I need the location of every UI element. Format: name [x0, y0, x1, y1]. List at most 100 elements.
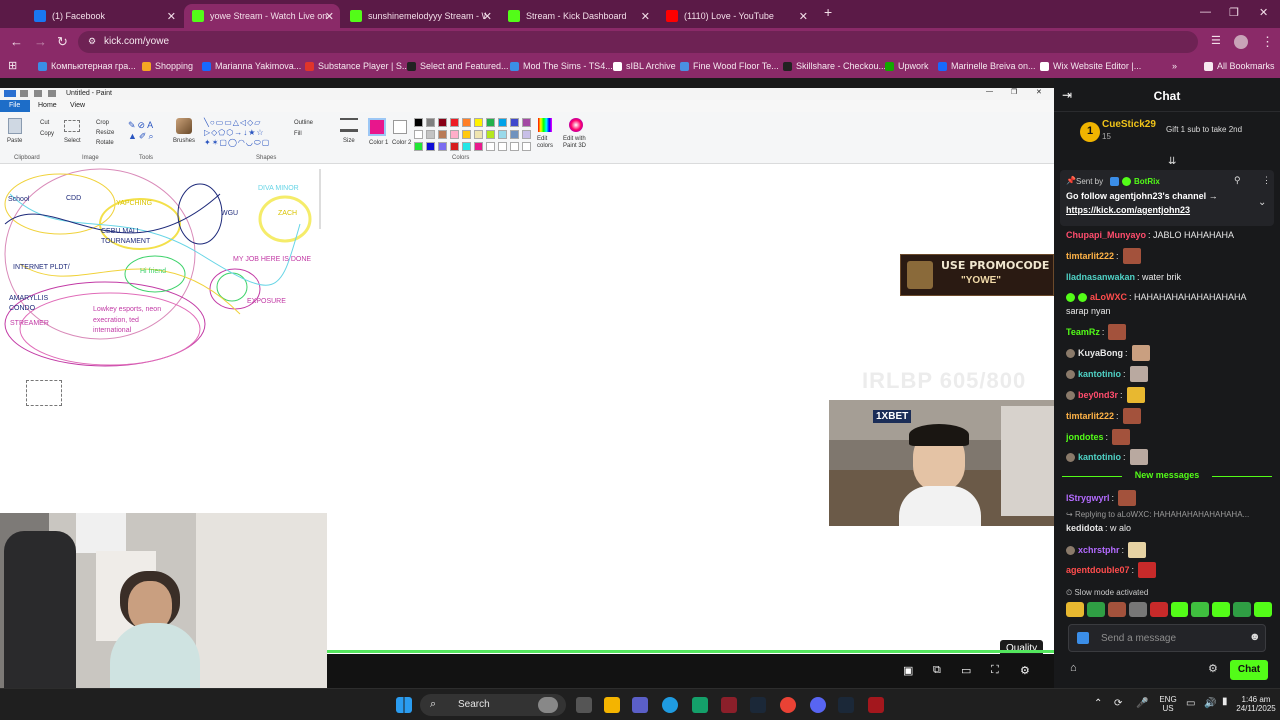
network-icon[interactable]: ▭: [1186, 698, 1195, 709]
microphone-icon[interactable]: 🎤: [1136, 698, 1148, 709]
video-progress-bar[interactable]: [327, 650, 1054, 653]
bookmark-item[interactable]: Shopping: [142, 61, 193, 71]
quick-emote[interactable]: [1233, 602, 1252, 617]
all-bookmarks[interactable]: All Bookmarks: [1204, 61, 1275, 71]
bookmark-item[interactable]: Upwork: [885, 61, 929, 71]
tab-facebook[interactable]: (1) Facebook ✕: [26, 4, 182, 28]
tab-youtube[interactable]: (1110) Love - YouTube ✕: [658, 4, 814, 28]
app-icon[interactable]: [721, 697, 737, 713]
taskbar-search[interactable]: ⌕ Search: [420, 694, 566, 716]
bookmark-item[interactable]: Marianna Yakimova...: [202, 61, 301, 71]
clock[interactable]: 1:46 am 24/11/2025: [1236, 695, 1276, 713]
quick-emote[interactable]: [1128, 602, 1147, 617]
chat-rules-icon[interactable]: ⌂: [1070, 662, 1077, 674]
quick-emote[interactable]: [1212, 602, 1231, 617]
bookmark-item[interactable]: Компьютерная гра...: [38, 61, 136, 71]
steam-icon[interactable]: [750, 697, 766, 713]
tray-app-icon[interactable]: ⟳: [1114, 698, 1122, 709]
reload-icon[interactable]: ↻: [57, 34, 68, 50]
forward-icon[interactable]: →: [34, 34, 47, 49]
emoji-icon[interactable]: ☻: [1249, 631, 1261, 643]
chat-message: timtarlit222:: [1066, 408, 1272, 424]
teams-icon[interactable]: [632, 697, 648, 713]
bookmark-item[interactable]: Select and Featured...: [407, 61, 509, 71]
bot-command-icon[interactable]: [1077, 632, 1089, 644]
back-icon[interactable]: ←: [10, 34, 23, 49]
tab-search-icon[interactable]: ☰: [1211, 34, 1221, 47]
quick-emote[interactable]: [1107, 602, 1126, 617]
quick-emote[interactable]: [1149, 602, 1168, 617]
stream-video[interactable]: Untitled - Paint — ❐ ✕ File Home View Pa…: [0, 88, 1054, 688]
volume-icon[interactable]: 🔊: [1204, 698, 1216, 709]
taskbar: ⌕ Search ⌃ ⟳ 🎤 ENG US ▭ 🔊 ▮ 1:46 am 24/11/…: [0, 688, 1280, 720]
canvas-label: MY JOB HERE IS DONE: [233, 256, 312, 263]
paint-menu-bar: File Home View: [0, 100, 1054, 112]
bookmarks-overflow-icon[interactable]: »: [1172, 61, 1177, 71]
canvas-label: CDD: [66, 195, 82, 202]
site-info-icon[interactable]: ⚙: [88, 36, 96, 47]
app-icon[interactable]: [692, 697, 708, 713]
clip-icon[interactable]: ⧉: [933, 664, 941, 677]
close-tab-icon[interactable]: ✕: [483, 10, 492, 23]
quick-emote[interactable]: [1170, 602, 1189, 617]
app-icon[interactable]: [868, 697, 884, 713]
canvas-label: international: [93, 327, 132, 334]
close-tab-icon[interactable]: ✕: [799, 10, 808, 23]
language-indicator[interactable]: ENG US: [1156, 695, 1180, 713]
quick-emote[interactable]: [1066, 602, 1084, 617]
profile-avatar[interactable]: [1234, 35, 1248, 49]
quick-emote[interactable]: [1254, 602, 1273, 617]
rotate-label: Rotate: [96, 140, 114, 146]
pip-icon[interactable]: ▭: [961, 664, 971, 677]
close-tab-icon[interactable]: ✕: [167, 10, 176, 23]
edge-icon[interactable]: [662, 697, 678, 713]
address-bar[interactable]: ⚙ kick.com/yowe: [78, 31, 1198, 53]
tray-overflow-icon[interactable]: ⌃: [1094, 698, 1102, 709]
close-window-icon[interactable]: ✕: [1259, 6, 1268, 19]
menu-icon[interactable]: ⋮: [1261, 34, 1274, 50]
pinned-menu-icon[interactable]: ⋮: [1262, 175, 1271, 186]
pinned-link[interactable]: https://kick.com/agentjohn23: [1066, 205, 1190, 215]
pinned-message[interactable]: 📌 Sent by BotRix ⚲ ⋮ Go follow agentjohn…: [1060, 170, 1274, 226]
bookmark-item[interactable]: Fine Wood Floor Te...: [680, 61, 779, 71]
bookmark-item[interactable]: Mod The Sims - TS4...: [510, 61, 613, 71]
quick-emote[interactable]: [1191, 602, 1210, 617]
tab-yowe-stream[interactable]: yowe Stream - Watch Live on K ✕: [184, 4, 340, 28]
bookmark-item[interactable]: sIBL Archive: [613, 61, 676, 71]
task-view-icon[interactable]: [576, 697, 592, 713]
fullscreen-icon[interactable]: ⛶: [991, 664, 999, 677]
quick-emote[interactable]: [1086, 602, 1105, 617]
new-tab-icon[interactable]: +: [824, 4, 832, 20]
tab-kick-dashboard[interactable]: Stream - Kick Dashboard ✕: [500, 4, 656, 28]
minimize-icon[interactable]: —: [1200, 6, 1211, 18]
canvas-label: Hi friend: [140, 268, 167, 275]
steam-icon[interactable]: [838, 697, 854, 713]
bookmark-item[interactable]: Skillshare - Checkou...: [783, 61, 886, 71]
send-chat-button[interactable]: Chat: [1230, 660, 1268, 680]
tools-group-label: Tools: [139, 155, 154, 161]
restore-icon[interactable]: ❐: [1229, 6, 1239, 19]
theater-mode-icon[interactable]: ▣: [903, 664, 913, 677]
chat-settings-icon[interactable]: ⚙: [1208, 662, 1218, 675]
close-tab-icon[interactable]: ✕: [325, 10, 334, 23]
bookmark-item[interactable]: Marinelle Breiva on...: [938, 61, 1036, 71]
tab-sunshine-stream[interactable]: sunshinemelodyyy Stream - W ✕: [342, 4, 498, 28]
unpin-icon[interactable]: ⚲: [1234, 175, 1241, 186]
start-icon[interactable]: [396, 697, 412, 713]
apps-icon[interactable]: ⊞: [8, 59, 17, 72]
chrome-icon[interactable]: [780, 697, 796, 713]
emote-image: [1122, 408, 1141, 424]
chat-message-input[interactable]: Send a message ☻: [1068, 624, 1266, 652]
file-explorer-icon[interactable]: [604, 697, 620, 713]
settings-gear-icon[interactable]: ⚙: [1020, 664, 1030, 677]
expand-chevron-icon[interactable]: ⌄: [1258, 197, 1266, 208]
gift-leaderboard[interactable]: 1 CueStick29 15 Gift 1 sub to take 2nd ⇊: [1062, 116, 1274, 167]
chat-message: aLoWXC: HAHAHAHAHAHAHAHAHA: [1066, 292, 1272, 302]
chat-filter-icon[interactable]: ⇊: [1168, 156, 1176, 167]
bookmark-item[interactable]: Wix Website Editor |...: [1040, 61, 1141, 71]
canvas-label: WGU: [221, 210, 239, 217]
battery-icon[interactable]: ▮: [1222, 696, 1228, 707]
bookmark-item[interactable]: Substance Player | S...: [305, 61, 409, 71]
close-tab-icon[interactable]: ✕: [641, 10, 650, 23]
discord-icon[interactable]: [810, 697, 826, 713]
